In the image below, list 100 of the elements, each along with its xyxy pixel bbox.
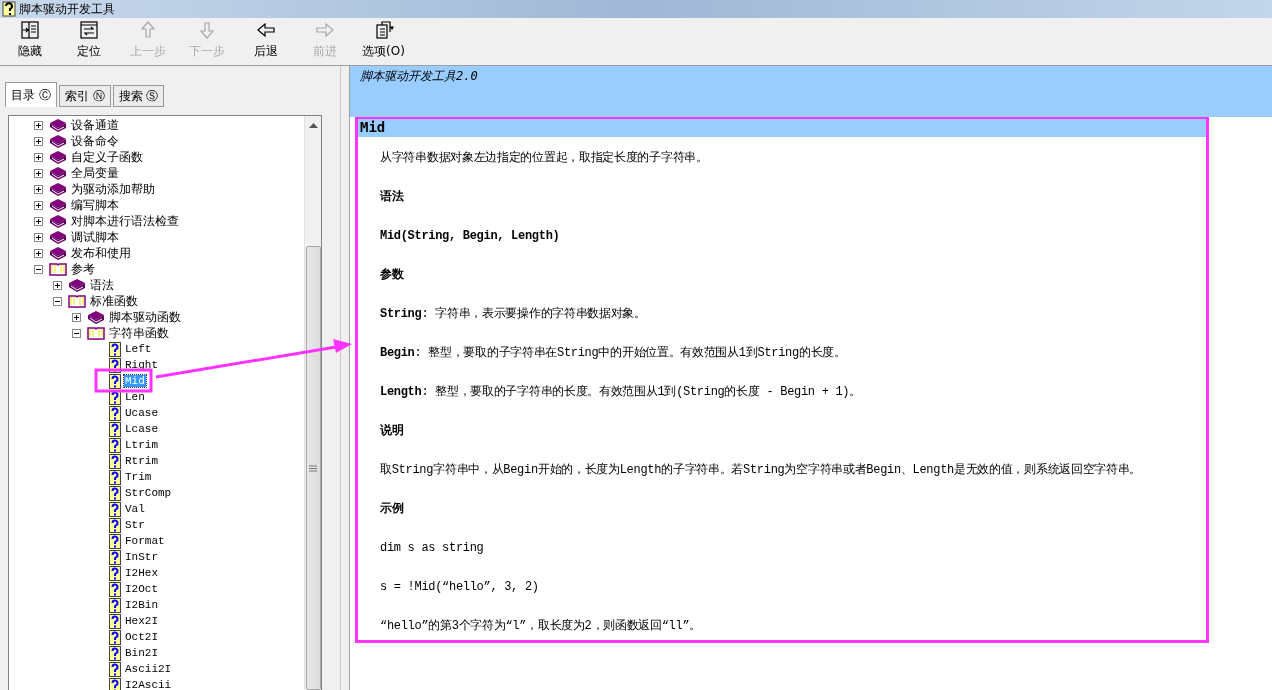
tree-item[interactable]: 语法	[89, 276, 115, 294]
tree-item[interactable]: Ucase	[124, 407, 159, 419]
sync-icon	[78, 20, 99, 40]
tree-item[interactable]: Left	[124, 343, 153, 355]
expand-icon[interactable]	[34, 200, 43, 210]
expand-icon[interactable]	[72, 312, 81, 322]
tree-item[interactable]: 对脚本进行语法检查	[70, 212, 180, 230]
paragraph: String: 字符串，表示要操作的字符串数据对象。	[380, 307, 647, 322]
help-page-icon	[109, 677, 121, 690]
expand-icon[interactable]	[34, 152, 43, 162]
toolbar-button[interactable]: 后退	[236, 18, 295, 65]
paragraph: Begin: 整型，要取的子字符串在String中的开始位置。有效范围从1到String的长度。	[380, 346, 847, 361]
tree-item[interactable]: I2Bin	[124, 599, 159, 611]
collapse-icon[interactable]	[34, 264, 43, 274]
help-page-icon	[109, 421, 121, 437]
help-page-icon	[109, 357, 121, 373]
expand-icon[interactable]	[34, 168, 43, 178]
tree-item[interactable]: Lcase	[124, 423, 159, 435]
expand-icon[interactable]	[53, 280, 62, 290]
paragraph: “hello”的第3个字符为“l”，取长度为2，则函数返回“ll”。	[380, 619, 703, 634]
book-icon	[49, 182, 67, 196]
scroll-up-icon[interactable]	[308, 122, 318, 128]
tree-item[interactable]: 标准函数	[89, 292, 139, 310]
paragraph: s = !Mid(“hello”, 3, 2)	[380, 580, 540, 595]
expand-icon[interactable]	[34, 136, 43, 146]
tree-item[interactable]: 自定义子函数	[70, 148, 144, 166]
tree-item[interactable]: 字符串函数	[108, 324, 170, 342]
tree-item[interactable]: Format	[124, 535, 166, 547]
tree-item[interactable]: StrComp	[124, 487, 173, 499]
tree-item[interactable]: Bin2I	[124, 647, 159, 659]
open-book-icon	[68, 294, 86, 308]
tree-item[interactable]: Rtrim	[124, 455, 159, 467]
paragraph: 从字符串数据对象左边指定的位置起，取指定长度的子字符串。	[380, 151, 709, 166]
help-page-icon	[109, 645, 121, 661]
book-icon	[49, 230, 67, 244]
help-page-icon	[109, 629, 121, 645]
expand-icon[interactable]	[34, 216, 43, 226]
tree-item[interactable]: Val	[124, 503, 146, 515]
toolbar-button[interactable]: 定位	[59, 18, 118, 65]
tree-item[interactable]: 设备通道	[70, 116, 120, 134]
tree-item[interactable]: 为驱动添加帮助	[70, 180, 156, 198]
tree-item[interactable]: Trim	[124, 471, 153, 483]
help-page-icon	[109, 485, 121, 501]
help-page-icon	[109, 469, 121, 485]
options-icon	[373, 20, 394, 40]
tree-item[interactable]: I2Hex	[124, 567, 159, 579]
toolbar-button[interactable]: 隐藏	[0, 18, 59, 65]
tree-item[interactable]: Hex2I	[124, 615, 159, 627]
scrollbar[interactable]	[304, 116, 321, 690]
highlight-frame	[94, 368, 153, 393]
help-page-icon	[109, 501, 121, 517]
collapse-icon[interactable]	[72, 328, 81, 338]
tree-item[interactable]: 编写脚本	[70, 196, 120, 214]
tab[interactable]: 搜索 Ⓢ	[112, 85, 165, 107]
tree-item[interactable]: 脚本驱动函数	[108, 308, 182, 326]
collapse-icon[interactable]	[53, 296, 62, 306]
forward-arrow-icon	[314, 20, 335, 40]
section-heading: 说明	[380, 424, 405, 439]
tree-item[interactable]: I2Oct	[124, 583, 159, 595]
tree-item[interactable]: 全局变量	[70, 164, 120, 182]
tree-item[interactable]: I2Ascii	[124, 679, 173, 690]
tab[interactable]: 目录 Ⓒ	[5, 82, 57, 107]
tree-item[interactable]: 调试脚本	[70, 228, 120, 246]
paragraph: dim s as string	[380, 541, 485, 556]
tree-item[interactable]: Len	[124, 391, 146, 403]
help-page-icon	[109, 405, 121, 421]
paragraph: Length: 整型，要取的子字符串的长度。有效范围从1到(String的长度 - Begin + 1)。	[380, 385, 862, 400]
tree-item[interactable]: 参考	[70, 260, 96, 278]
tree-item[interactable]: Ltrim	[124, 439, 159, 451]
section-heading: 示例	[380, 502, 405, 517]
back-arrow-icon	[255, 20, 276, 40]
help-page-icon	[109, 517, 121, 533]
tree-item[interactable]: InStr	[124, 551, 159, 563]
tree-item[interactable]: Str	[124, 519, 146, 531]
help-page-icon	[109, 613, 121, 629]
tree-item[interactable]: Ascii2I	[124, 663, 173, 675]
expand-icon[interactable]	[34, 248, 43, 258]
tree-item[interactable]: Oct2I	[124, 631, 159, 643]
paragraph: 取String字符串中，从Begin开始的，长度为Length的子字符串。若String为空字符串或者Begin、Length是无效的值，则系统返回空字符串。	[380, 463, 1143, 478]
book-icon	[49, 198, 67, 212]
toolbar-button[interactable]: 选项(O)	[354, 18, 413, 65]
tree-item[interactable]: Right	[124, 359, 159, 371]
help-page-icon	[109, 661, 121, 677]
help-page-icon	[109, 597, 121, 613]
book-icon	[87, 310, 105, 324]
tree-item[interactable]: 设备命令	[70, 132, 120, 150]
banner-title: 脚本驱动开发工具2.0	[360, 69, 478, 83]
expand-icon[interactable]	[34, 232, 43, 242]
syntax-line: Mid(String, Begin, Length)	[380, 229, 561, 244]
tree-item[interactable]: 发布和使用	[70, 244, 132, 262]
help-page-icon	[109, 453, 121, 469]
scroll-thumb[interactable]	[305, 246, 321, 690]
expand-icon[interactable]	[34, 184, 43, 194]
tab[interactable]: 索引 Ⓝ	[58, 85, 111, 107]
book-icon	[49, 214, 67, 228]
book-icon	[49, 118, 67, 132]
help-app-icon	[2, 1, 16, 17]
expand-icon[interactable]	[34, 120, 43, 130]
book-icon	[49, 134, 67, 148]
window-title: 脚本驱动开发工具	[19, 0, 115, 18]
